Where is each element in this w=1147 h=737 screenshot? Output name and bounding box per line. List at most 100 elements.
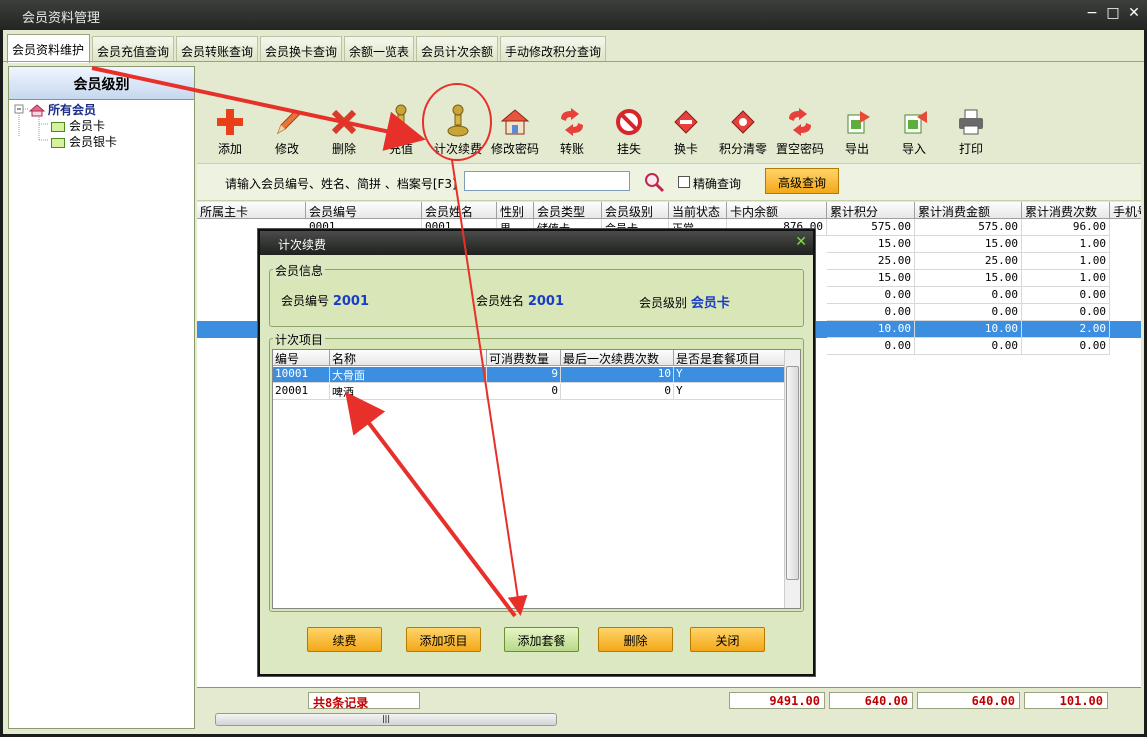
folder-icon <box>51 137 65 148</box>
clear-points-button[interactable]: 积分清零 <box>714 101 772 157</box>
pencil-icon <box>277 110 300 135</box>
advanced-search-button[interactable]: 高级查询 <box>765 168 839 194</box>
cell-count: 0.00 <box>1022 304 1110 321</box>
import-button[interactable]: 导入 <box>885 101 943 157</box>
member-id-label: 会员编号 <box>281 294 330 308</box>
recharge-label: 充值 <box>388 142 413 156</box>
col-member-type[interactable]: 会员类型 <box>534 202 602 219</box>
col-status[interactable]: 当前状态 <box>669 202 727 219</box>
transfer-label: 转账 <box>559 142 584 156</box>
transfer-icon <box>561 108 583 136</box>
tab-cardchange-query[interactable]: 会员换卡查询 <box>260 36 342 62</box>
grid-footer: 共8条记录 9491.00 640.00 640.00 101.00 ||| <box>197 687 1141 731</box>
count-renew-dialog: 计次续费 ✕ 会员信息 会员编号 2001 会员姓名 2001 会员级别 会员卡… <box>258 229 815 676</box>
tree-node-label: 会员卡 <box>69 119 106 133</box>
change-card-button[interactable]: 换卡 <box>657 101 715 157</box>
printer-icon <box>959 109 983 135</box>
print-label: 打印 <box>958 142 983 156</box>
count-items-group: 计次项目 编号 名称 可消费数量 最后一次续费次数 是否是套餐项目 10001 … <box>269 331 804 612</box>
items-vertical-scrollbar[interactable] <box>784 350 800 608</box>
tab-balance-overview[interactable]: 余额一览表 <box>344 36 414 62</box>
tab-member-maintenance[interactable]: 会员资料维护 <box>7 34 90 63</box>
total-count: 101.00 <box>1024 692 1108 709</box>
search-input[interactable] <box>464 171 630 191</box>
cell-amount: 25.00 <box>915 253 1022 270</box>
exact-search-label: 精确查询 <box>693 177 742 191</box>
tree-node-label: 会员银卡 <box>69 135 118 149</box>
exact-search-checkbox[interactable] <box>678 176 690 188</box>
tab-manual-points-query[interactable]: 手动修改积分查询 <box>500 36 606 62</box>
col-item-last[interactable]: 最后一次续费次数 <box>561 350 674 366</box>
col-item-qty[interactable]: 可消费数量 <box>487 350 561 366</box>
cell-count: 96.00 <box>1022 219 1110 236</box>
add-button[interactable]: 添加 <box>201 101 259 157</box>
col-balance[interactable]: 卡内余额 <box>727 202 827 219</box>
tree-node-silver-card[interactable]: 会员银卡 <box>51 133 117 150</box>
member-level-panel: 会员级别 所有会员 会员卡 会员银卡 <box>8 66 195 729</box>
col-member-name[interactable]: 会员姓名 <box>422 202 497 219</box>
col-member-id[interactable]: 会员编号 <box>306 202 422 219</box>
item-package: Y <box>674 384 786 400</box>
col-item-package[interactable]: 是否是套餐项目 <box>674 350 786 366</box>
col-item-code[interactable]: 编号 <box>273 350 330 366</box>
item-name: 大骨面 <box>330 367 487 383</box>
close-button[interactable]: 关闭 <box>690 627 765 652</box>
change-password-button[interactable]: 修改密码 <box>486 101 544 157</box>
col-phone[interactable]: 手机号 <box>1110 202 1141 219</box>
member-info-legend: 会员信息 <box>273 262 326 279</box>
renew-button[interactable]: 续费 <box>307 627 382 652</box>
horizontal-scrollbar[interactable]: ||| <box>215 713 557 726</box>
count-renew-label: 计次续费 <box>433 142 482 156</box>
item-name: 啤酒 <box>330 384 487 400</box>
change-password-label: 修改密码 <box>490 142 539 156</box>
export-button[interactable]: 导出 <box>828 101 886 157</box>
cell-amount: 0.00 <box>915 287 1022 304</box>
cell-count: 1.00 <box>1022 270 1110 287</box>
scroll-thumb[interactable] <box>786 366 799 580</box>
item-row-selected[interactable]: 10001 大骨面 9 10 Y <box>273 367 786 383</box>
reset-icon <box>789 108 811 136</box>
cell-points: 10.00 <box>827 321 915 338</box>
item-row[interactable]: 20001 啤酒 0 0 Y <box>273 384 786 400</box>
change-card-label: 换卡 <box>673 142 698 156</box>
close-icon[interactable]: ✕ <box>1125 5 1143 21</box>
cell-count: 2.00 <box>1022 321 1110 338</box>
recharge-button[interactable]: 充值 <box>372 101 430 157</box>
tab-transfer-query[interactable]: 会员转账查询 <box>176 36 258 62</box>
minimize-icon[interactable]: − <box>1083 5 1101 21</box>
tree-node-member-card[interactable]: 会员卡 <box>51 117 105 134</box>
dialog-close-icon[interactable]: ✕ <box>795 234 807 250</box>
pawn-icon <box>390 104 412 137</box>
delete-button[interactable]: 删除 <box>315 101 373 157</box>
count-renew-button[interactable]: 计次续费 <box>429 101 487 157</box>
transfer-button[interactable]: 转账 <box>543 101 601 157</box>
cell-amount: 0.00 <box>915 338 1022 355</box>
col-member-level[interactable]: 会员级别 <box>602 202 669 219</box>
dialog-titlebar: 计次续费 ✕ <box>260 231 813 255</box>
cell-points: 15.00 <box>827 236 915 253</box>
cell-count: 1.00 <box>1022 253 1110 270</box>
reset-password-button[interactable]: 置空密码 <box>771 101 829 157</box>
cell-amount: 15.00 <box>915 270 1022 287</box>
total-points: 640.00 <box>829 692 913 709</box>
col-points[interactable]: 累计积分 <box>827 202 915 219</box>
member-id-value: 2001 <box>332 294 370 309</box>
tree-node-all-members[interactable]: 所有会员 <box>29 101 96 118</box>
col-total-count[interactable]: 累计消费次数 <box>1022 202 1110 219</box>
edit-button[interactable]: 修改 <box>258 101 316 157</box>
report-loss-button[interactable]: 挂失 <box>600 101 658 157</box>
maximize-icon[interactable]: □ <box>1104 5 1122 21</box>
col-total-amount[interactable]: 累计消费金额 <box>915 202 1022 219</box>
tab-recharge-query[interactable]: 会员充值查询 <box>92 36 174 62</box>
tab-count-balance[interactable]: 会员计次余额 <box>416 36 498 62</box>
search-icon[interactable] <box>643 171 665 193</box>
col-main-card[interactable]: 所属主卡 <box>197 202 306 219</box>
col-gender[interactable]: 性别 <box>497 202 534 219</box>
add-package-button[interactable]: 添加套餐 <box>504 627 579 652</box>
col-item-name[interactable]: 名称 <box>330 350 487 366</box>
print-button[interactable]: 打印 <box>942 101 1000 157</box>
cell-count: 0.00 <box>1022 338 1110 355</box>
toolbar: 添加 修改 删除 充值 计次续费 修改密码 转账 挂失 换卡 积分清零 置空密码… <box>197 66 1141 162</box>
delete-item-button[interactable]: 删除 <box>598 627 673 652</box>
add-item-button[interactable]: 添加项目 <box>406 627 481 652</box>
